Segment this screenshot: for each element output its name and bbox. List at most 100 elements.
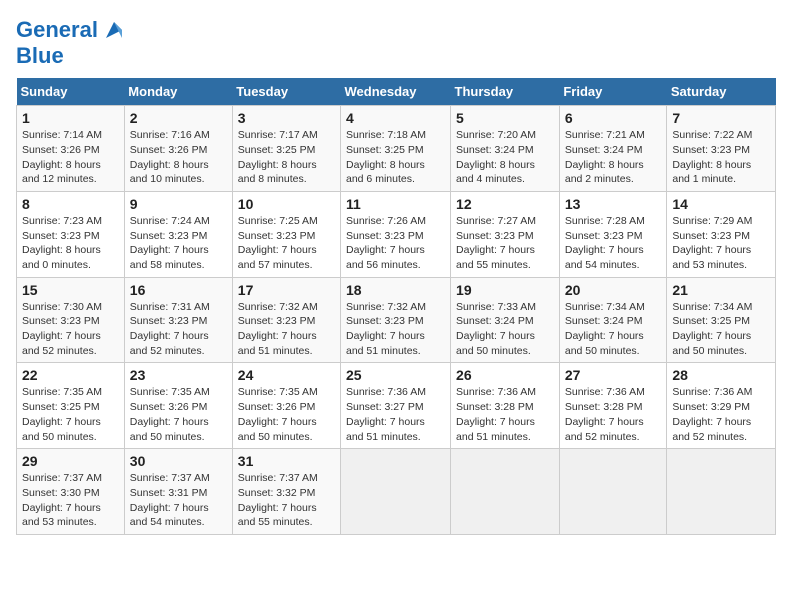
calendar-week-4: 22 Sunrise: 7:35 AM Sunset: 3:25 PM Dayli… <box>17 363 776 449</box>
day-info: Sunrise: 7:35 AM Sunset: 3:26 PM Dayligh… <box>130 385 227 444</box>
calendar-day-23: 23Sunrise: 7:35 AM Sunset: 3:26 PM Dayli… <box>124 363 232 449</box>
day-number: 21 <box>672 282 770 298</box>
calendar-day-25: 25 Sunrise: 7:36 AM Sunset: 3:27 PM Dayli… <box>341 363 451 449</box>
day-info: Sunrise: 7:37 AM Sunset: 3:30 PM Dayligh… <box>22 471 119 530</box>
day-info: Sunrise: 7:32 AM Sunset: 3:23 PM Dayligh… <box>346 300 445 359</box>
day-info: Sunrise: 7:26 AM Sunset: 3:23 PM Dayligh… <box>346 214 445 273</box>
calendar-day-9: 9 Sunrise: 7:24 AM Sunset: 3:23 PM Daylig… <box>124 191 232 277</box>
calendar-day-6: 6 Sunrise: 7:21 AM Sunset: 3:24 PM Daylig… <box>559 106 667 192</box>
day-info: Sunrise: 7:34 AM Sunset: 3:24 PM Dayligh… <box>565 300 662 359</box>
day-number: 31 <box>238 453 335 469</box>
calendar-day-24: 24 Sunrise: 7:35 AM Sunset: 3:26 PM Dayli… <box>232 363 340 449</box>
day-info: Sunrise: 7:24 AM Sunset: 3:23 PM Dayligh… <box>130 214 227 273</box>
day-number: 10 <box>238 196 335 212</box>
weekday-header-thursday: Thursday <box>451 78 560 106</box>
day-info: Sunrise: 7:32 AM Sunset: 3:23 PM Dayligh… <box>238 300 335 359</box>
logo: General Blue <box>16 16 128 68</box>
calendar-day-18: 18 Sunrise: 7:32 AM Sunset: 3:23 PM Dayli… <box>341 277 451 363</box>
day-number: 8 <box>22 196 119 212</box>
day-info: Sunrise: 7:25 AM Sunset: 3:23 PM Dayligh… <box>238 214 335 273</box>
day-number: 7 <box>672 110 770 126</box>
day-info: Sunrise: 7:36 AM Sunset: 3:27 PM Dayligh… <box>346 385 445 444</box>
day-info: Sunrise: 7:36 AM Sunset: 3:28 PM Dayligh… <box>565 385 662 444</box>
calendar-day-14: 14Sunrise: 7:29 AM Sunset: 3:23 PM Dayli… <box>667 191 776 277</box>
calendar-week-2: 8 Sunrise: 7:23 AM Sunset: 3:23 PM Daylig… <box>17 191 776 277</box>
logo-text: General <box>16 18 98 42</box>
day-info: Sunrise: 7:17 AM Sunset: 3:25 PM Dayligh… <box>238 128 335 187</box>
calendar-day-11: 11 Sunrise: 7:26 AM Sunset: 3:23 PM Dayli… <box>341 191 451 277</box>
calendar-day-19: 19Sunrise: 7:33 AM Sunset: 3:24 PM Dayli… <box>451 277 560 363</box>
day-info: Sunrise: 7:28 AM Sunset: 3:23 PM Dayligh… <box>565 214 662 273</box>
empty-cell <box>559 449 667 535</box>
day-number: 17 <box>238 282 335 298</box>
day-number: 6 <box>565 110 662 126</box>
day-number: 13 <box>565 196 662 212</box>
calendar-day-16: 16Sunrise: 7:31 AM Sunset: 3:23 PM Dayli… <box>124 277 232 363</box>
weekday-header-monday: Monday <box>124 78 232 106</box>
day-info: Sunrise: 7:21 AM Sunset: 3:24 PM Dayligh… <box>565 128 662 187</box>
calendar-day-13: 13 Sunrise: 7:28 AM Sunset: 3:23 PM Dayli… <box>559 191 667 277</box>
day-number: 28 <box>672 367 770 383</box>
day-info: Sunrise: 7:37 AM Sunset: 3:31 PM Dayligh… <box>130 471 227 530</box>
calendar-day-30: 30 Sunrise: 7:37 AM Sunset: 3:31 PM Dayli… <box>124 449 232 535</box>
day-info: Sunrise: 7:30 AM Sunset: 3:23 PM Dayligh… <box>22 300 119 359</box>
day-info: Sunrise: 7:27 AM Sunset: 3:23 PM Dayligh… <box>456 214 554 273</box>
day-info: Sunrise: 7:31 AM Sunset: 3:23 PM Dayligh… <box>130 300 227 359</box>
calendar-day-29: 29 Sunrise: 7:37 AM Sunset: 3:30 PM Dayli… <box>17 449 125 535</box>
day-number: 2 <box>130 110 227 126</box>
calendar-day-26: 26 Sunrise: 7:36 AM Sunset: 3:28 PM Dayli… <box>451 363 560 449</box>
day-number: 24 <box>238 367 335 383</box>
day-number: 27 <box>565 367 662 383</box>
day-info: Sunrise: 7:23 AM Sunset: 3:23 PM Dayligh… <box>22 214 119 273</box>
calendar-day-17: 17 Sunrise: 7:32 AM Sunset: 3:23 PM Dayli… <box>232 277 340 363</box>
day-number: 11 <box>346 196 445 212</box>
day-info: Sunrise: 7:22 AM Sunset: 3:23 PM Dayligh… <box>672 128 770 187</box>
calendar-day-20: 20 Sunrise: 7:34 AM Sunset: 3:24 PM Dayli… <box>559 277 667 363</box>
calendar-week-1: 1 Sunrise: 7:14 AM Sunset: 3:26 PM Daylig… <box>17 106 776 192</box>
calendar-day-15: 15Sunrise: 7:30 AM Sunset: 3:23 PM Dayli… <box>17 277 125 363</box>
day-info: Sunrise: 7:33 AM Sunset: 3:24 PM Dayligh… <box>456 300 554 359</box>
day-number: 1 <box>22 110 119 126</box>
day-info: Sunrise: 7:34 AM Sunset: 3:25 PM Dayligh… <box>672 300 770 359</box>
day-info: Sunrise: 7:37 AM Sunset: 3:32 PM Dayligh… <box>238 471 335 530</box>
day-info: Sunrise: 7:36 AM Sunset: 3:28 PM Dayligh… <box>456 385 554 444</box>
day-number: 25 <box>346 367 445 383</box>
day-number: 20 <box>565 282 662 298</box>
calendar-day-5: 5Sunrise: 7:20 AM Sunset: 3:24 PM Daylig… <box>451 106 560 192</box>
day-info: Sunrise: 7:35 AM Sunset: 3:25 PM Dayligh… <box>22 385 119 444</box>
calendar-day-28: 28Sunrise: 7:36 AM Sunset: 3:29 PM Dayli… <box>667 363 776 449</box>
calendar-table: SundayMondayTuesdayWednesdayThursdayFrid… <box>16 78 776 535</box>
empty-cell <box>451 449 560 535</box>
calendar-day-10: 10 Sunrise: 7:25 AM Sunset: 3:23 PM Dayli… <box>232 191 340 277</box>
day-number: 3 <box>238 110 335 126</box>
day-number: 30 <box>130 453 227 469</box>
day-number: 9 <box>130 196 227 212</box>
day-number: 12 <box>456 196 554 212</box>
day-number: 26 <box>456 367 554 383</box>
day-info: Sunrise: 7:35 AM Sunset: 3:26 PM Dayligh… <box>238 385 335 444</box>
empty-cell <box>341 449 451 535</box>
day-number: 18 <box>346 282 445 298</box>
weekday-header-wednesday: Wednesday <box>341 78 451 106</box>
weekday-header-friday: Friday <box>559 78 667 106</box>
calendar-day-22: 22 Sunrise: 7:35 AM Sunset: 3:25 PM Dayli… <box>17 363 125 449</box>
day-info: Sunrise: 7:20 AM Sunset: 3:24 PM Dayligh… <box>456 128 554 187</box>
logo-blue: Blue <box>16 44 128 68</box>
calendar-day-12: 12 Sunrise: 7:27 AM Sunset: 3:23 PM Dayli… <box>451 191 560 277</box>
calendar-week-5: 29 Sunrise: 7:37 AM Sunset: 3:30 PM Dayli… <box>17 449 776 535</box>
day-number: 4 <box>346 110 445 126</box>
calendar-day-21: 21 Sunrise: 7:34 AM Sunset: 3:25 PM Dayli… <box>667 277 776 363</box>
calendar-day-2: 2 Sunrise: 7:16 AM Sunset: 3:26 PM Daylig… <box>124 106 232 192</box>
calendar-day-31: 31 Sunrise: 7:37 AM Sunset: 3:32 PM Dayli… <box>232 449 340 535</box>
weekday-header-saturday: Saturday <box>667 78 776 106</box>
calendar-day-27: 27 Sunrise: 7:36 AM Sunset: 3:28 PM Dayli… <box>559 363 667 449</box>
calendar-day-4: 4Sunrise: 7:18 AM Sunset: 3:25 PM Daylig… <box>341 106 451 192</box>
day-number: 14 <box>672 196 770 212</box>
calendar-week-3: 15Sunrise: 7:30 AM Sunset: 3:23 PM Dayli… <box>17 277 776 363</box>
day-info: Sunrise: 7:14 AM Sunset: 3:26 PM Dayligh… <box>22 128 119 187</box>
day-info: Sunrise: 7:16 AM Sunset: 3:26 PM Dayligh… <box>130 128 227 187</box>
day-number: 29 <box>22 453 119 469</box>
day-number: 22 <box>22 367 119 383</box>
logo-icon <box>100 16 128 44</box>
header-row: SundayMondayTuesdayWednesdayThursdayFrid… <box>17 78 776 106</box>
